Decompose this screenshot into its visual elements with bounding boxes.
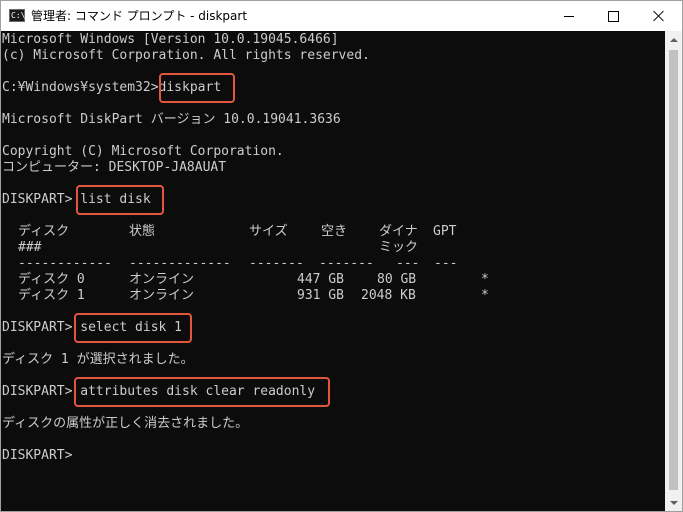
console-line: (c) Microsoft Corporation. All rights re…	[2, 48, 370, 63]
table-header-dynamic: ダイナ	[379, 224, 418, 239]
table-header-free: 空き	[321, 224, 348, 239]
scroll-up-button[interactable]	[665, 31, 682, 48]
close-icon	[653, 10, 665, 22]
table-row-size: 931 GB	[297, 288, 344, 303]
console-line: Copyright (C) Microsoft Corporation.	[2, 144, 284, 159]
table-row-status: オンライン	[129, 288, 195, 303]
scroll-down-button[interactable]	[665, 494, 682, 511]
table-header-disk-number: ###	[18, 240, 42, 255]
table-header-disk: ディスク	[18, 224, 70, 239]
table-header-dynamic-line2: ミック	[379, 240, 419, 255]
close-button[interactable]	[636, 1, 681, 31]
table-row-free: 80 GB	[377, 272, 417, 287]
command-highlight-diskpart	[159, 73, 235, 103]
minimize-icon	[563, 15, 574, 17]
table-row-disk: ディスク 0	[18, 272, 85, 287]
minimize-button[interactable]	[546, 1, 591, 31]
console-line: コンピューター: DESKTOP-JA8AUAT	[2, 160, 227, 175]
title-bar[interactable]: C:\. 管理者: コマンド プロンプト - diskpart	[1, 1, 682, 31]
command-prompt-window: C:\. 管理者: コマンド プロンプト - diskpart Microsof…	[0, 0, 683, 512]
table-row-gpt: *	[481, 288, 489, 303]
table-row-size: 447 GB	[297, 272, 344, 287]
console-output[interactable]: Microsoft Windows [Version 10.0.19045.64…	[1, 31, 665, 511]
table-separator: ---	[434, 256, 458, 271]
arrow-down-icon	[669, 500, 678, 505]
scroll-track[interactable]	[665, 48, 682, 494]
console-line: Microsoft Windows [Version 10.0.19045.64…	[2, 32, 339, 47]
table-header-size: サイズ	[249, 224, 288, 239]
maximize-button[interactable]	[591, 1, 636, 31]
table-separator: -------	[319, 256, 374, 271]
console-line: ディスク 1 が選択されました。	[2, 352, 194, 367]
table-row-free: 2048 KB	[361, 288, 416, 303]
vertical-scrollbar[interactable]	[665, 31, 682, 511]
table-header-gpt: GPT	[433, 224, 457, 239]
table-header-status: 状態	[129, 224, 156, 239]
console-line: ディスクの属性が正しく消去されました。	[2, 416, 249, 431]
table-separator: ---	[396, 256, 420, 271]
scroll-thumb[interactable]	[669, 50, 678, 490]
table-row-gpt: *	[481, 272, 489, 287]
table-row-status: オンライン	[129, 272, 195, 287]
command-highlight-attributes	[74, 377, 330, 407]
maximize-icon	[608, 10, 619, 22]
command-highlight-select-disk	[74, 313, 192, 343]
command-highlight-list-disk	[76, 185, 164, 215]
window-title: 管理者: コマンド プロンプト - diskpart	[31, 9, 248, 23]
cmd-icon: C:\.	[9, 9, 31, 22]
table-separator: ------------	[18, 256, 112, 271]
table-separator: -------------	[129, 256, 231, 271]
arrow-up-icon	[669, 37, 678, 42]
table-separator: -------	[249, 256, 304, 271]
console-prompt: DISKPART>	[2, 448, 73, 463]
console-line: Microsoft DiskPart バージョン 10.0.19041.3636	[2, 112, 341, 127]
table-row-disk: ディスク 1	[18, 288, 85, 303]
